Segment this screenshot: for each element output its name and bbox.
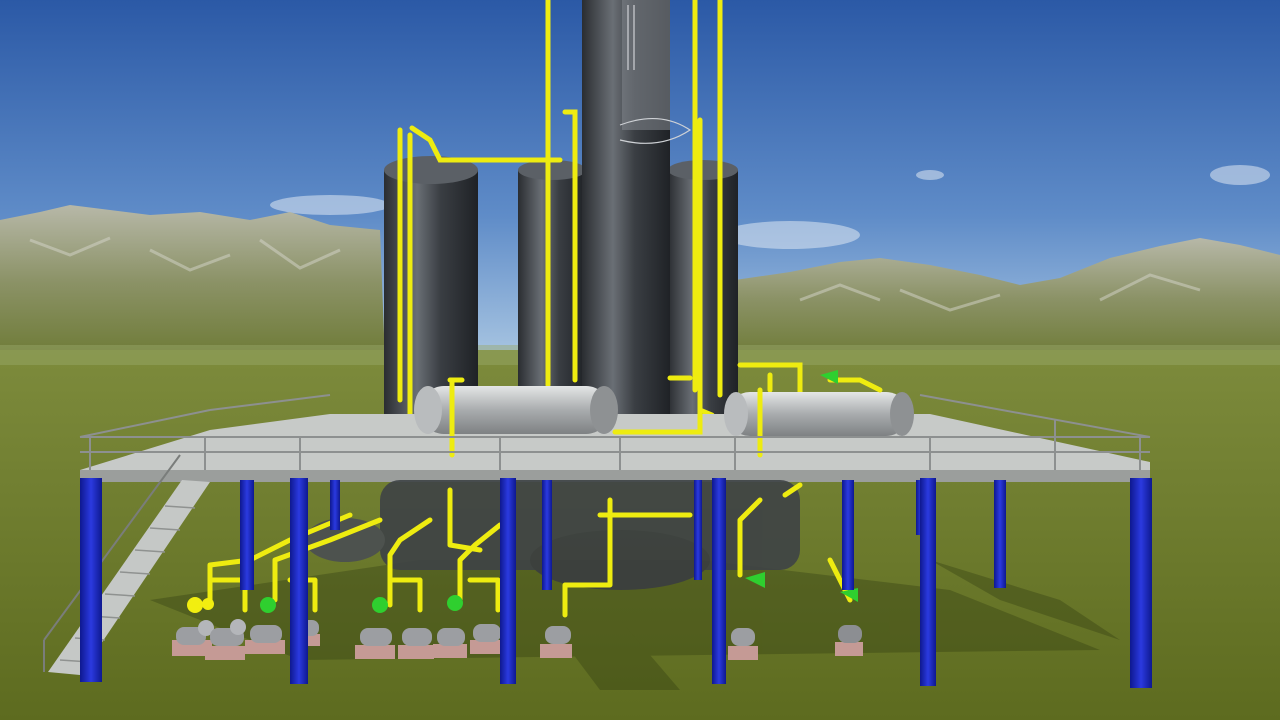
valve-icon <box>202 598 214 610</box>
horizontal-drum-right <box>724 392 914 436</box>
vessel-right <box>668 160 738 420</box>
plant-scene <box>0 0 1280 720</box>
valve-icon <box>447 595 463 611</box>
horizontal-drum-left <box>414 386 618 434</box>
valve-icon <box>187 597 203 613</box>
valve-icon <box>372 597 388 613</box>
mountains-left <box>0 205 385 360</box>
pump-icon <box>470 624 502 654</box>
valve-icon <box>260 597 276 613</box>
